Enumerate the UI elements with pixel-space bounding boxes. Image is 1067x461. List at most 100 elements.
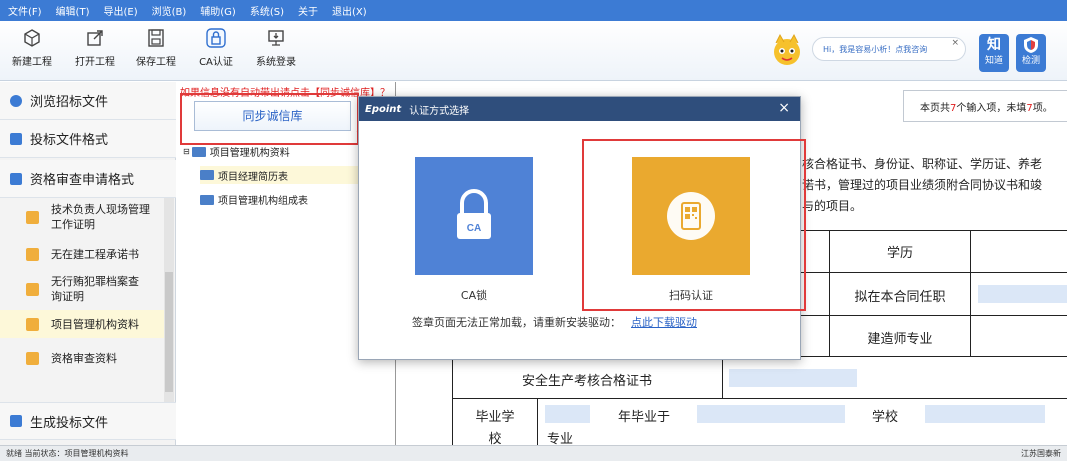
notice-text: 项。 (1032, 103, 1053, 114)
status-bar: 就绪 当前状态：项目管理机构资料 江苏国泰新 (0, 445, 1067, 461)
assistant-bubble[interactable]: Hi，我是容易小析！点我咨询 × (812, 37, 966, 61)
sidebar-browse-tender[interactable]: 浏览招标文件 (0, 82, 176, 120)
eye-icon (10, 94, 22, 107)
school-name-input[interactable] (697, 405, 845, 423)
login-monitor-icon (268, 30, 284, 46)
folder-icon (200, 170, 214, 180)
save-project-button[interactable]: 保存工程 (126, 27, 186, 68)
tree-item-pm-resume[interactable]: 项目经理简历表 (200, 166, 358, 184)
zhidao-button[interactable]: 知 知道 (979, 34, 1009, 72)
tree-item-label: 项目经理简历表 (218, 171, 288, 183)
tree-item-org-composition[interactable]: 项目管理机构组成表 (200, 192, 308, 207)
ca-auth-button[interactable]: CA认证 (186, 27, 246, 68)
folder-icon (200, 194, 214, 205)
highlight-box-scan (582, 139, 806, 311)
menu-browse[interactable]: 浏览(B) (152, 3, 187, 18)
sidebar-qualification-format[interactable]: 资格审查申请格式 (0, 160, 176, 198)
ca-auth-label: CA认证 (199, 57, 233, 68)
menu-system[interactable]: 系统(S) (250, 3, 284, 18)
search-document-icon (26, 351, 39, 365)
sidebar-item-label: 无在建工程承诺书 (51, 247, 139, 261)
cell-builder-major: 建造师专业 (867, 332, 933, 347)
ca-padlock-icon: CA (457, 189, 491, 239)
doc-paragraph-line: 核合格证书、身份证、职称证、学历证、养老 (802, 157, 1043, 171)
table-line (970, 230, 971, 356)
open-project-icon (87, 30, 103, 46)
notice-text: 个输入项，未填 (956, 103, 1027, 114)
collapse-icon[interactable]: ⊟ (183, 147, 190, 156)
sidebar-item-tech-lead[interactable]: 技术负责人现场管理工作证明 (0, 200, 164, 234)
dialog-titlebar: Epoint 认证方式选择 × (359, 97, 800, 121)
sidebar-bid-format[interactable]: 投标文件格式 (0, 120, 176, 158)
auth-method-dialog: Epoint 认证方式选择 × CA CA锁 扫码认证 签章页面无法正常加载，请… (358, 96, 806, 360)
zhidao-icon: 知 (987, 37, 1001, 53)
safety-cert-input[interactable] (729, 369, 857, 387)
ca-lock-option[interactable]: CA (415, 157, 533, 275)
notice-text: 本页共 (920, 103, 950, 114)
cell-safety-cert: 安全生产考核合格证书 (521, 374, 652, 389)
open-project-button[interactable]: 打开工程 (65, 27, 125, 68)
tree-root-label: 项目管理机构资料 (209, 148, 290, 159)
document-icon (26, 210, 39, 224)
graduate-year-input[interactable] (545, 405, 590, 423)
cell-school: 学校 (871, 410, 898, 425)
driver-notice-text: 签章页面无法正常加载，请重新安装驱动： (412, 316, 621, 329)
ca-lock-label: CA锁 (460, 289, 488, 302)
sidebar-generate-label: 生成投标文件 (30, 415, 109, 431)
bubble-close-icon[interactable]: × (951, 38, 959, 48)
dialog-close-button[interactable]: × (778, 100, 790, 116)
new-project-label: 新建工程 (12, 57, 52, 68)
school-extra-input[interactable] (925, 405, 1045, 423)
sidebar-item-qual-review[interactable]: 资格审查资料 (0, 346, 164, 370)
input-count-notice: 本页共7个输入项，未填7项。 (903, 90, 1067, 122)
scrollbar-thumb[interactable] (165, 272, 173, 392)
proposed-role-input[interactable] (978, 285, 1067, 303)
doc-paragraph-line: 诺书，管理过的项目业绩须附合同协议书和竣 (802, 178, 1043, 192)
status-text: 就绪 当前状态：项目管理机构资料 (6, 449, 129, 458)
menu-about[interactable]: 关于 (298, 3, 318, 18)
cell-graduated-in: 年毕业于 (617, 410, 670, 425)
driver-notice: 签章页面无法正常加载，请重新安装驱动： 点此下载驱动 (412, 314, 697, 330)
system-login-label: 系统登录 (256, 57, 296, 68)
menu-bar: 文件(F) 编辑(T) 导出(E) 浏览(B) 辅助(G) 系统(S) 关于 退… (0, 0, 1067, 21)
sidebar-item-label: 无行贿犯罪档案查询证明 (51, 275, 139, 303)
system-login-button[interactable]: 系统登录 (246, 27, 306, 68)
assistant-bubble-text: Hi，我是容易小析！点我咨询 (823, 45, 928, 54)
document-icon (26, 247, 39, 261)
open-project-label: 打开工程 (75, 57, 115, 68)
folder-icon (191, 146, 206, 157)
new-project-button[interactable]: 新建工程 (2, 27, 62, 68)
tree-root[interactable]: ⊟ 项目管理机构资料 (183, 144, 290, 159)
menu-exit[interactable]: 退出(X) (332, 3, 367, 18)
app-window: 文件(F) 编辑(T) 导出(E) 浏览(B) 辅助(G) 系统(S) 关于 退… (0, 0, 1067, 461)
menu-export[interactable]: 导出(E) (103, 3, 137, 18)
doc-paragraph-line: 与的项目。 (802, 199, 863, 213)
edit-icon (10, 132, 22, 145)
sidebar-item-no-construction[interactable]: 无在建工程承诺书 (0, 242, 164, 266)
sidebar-item-no-bribery[interactable]: 无行贿犯罪档案查询证明 (0, 272, 164, 306)
download-driver-link[interactable]: 点此下载驱动 (631, 316, 697, 329)
table-line (452, 398, 1067, 399)
jiance-button[interactable]: 检测 (1016, 34, 1046, 72)
shield-icon (1024, 37, 1038, 53)
zhidao-label: 知道 (984, 56, 1003, 66)
sidebar-scrollbar[interactable] (164, 198, 174, 403)
jiance-label: 检测 (1021, 56, 1040, 66)
epoint-logo: Epoint (365, 103, 402, 115)
sidebar-item-project-org[interactable]: 项目管理机构资料 (0, 310, 164, 338)
menu-assist[interactable]: 辅助(G) (200, 3, 236, 18)
sidebar-item-label: 技术负责人现场管理工作证明 (51, 203, 150, 231)
save-icon (148, 29, 164, 47)
ca-badge-text: CA (467, 223, 481, 234)
tree-item-label: 项目管理机构组成表 (218, 196, 308, 207)
table-line (722, 356, 723, 398)
sidebar-format-label: 投标文件格式 (30, 133, 109, 148)
menu-file[interactable]: 文件(F) (8, 3, 42, 18)
assistant-mascot-icon[interactable] (768, 33, 806, 69)
menu-edit[interactable]: 编辑(T) (56, 3, 90, 18)
cell-graduate-school: 毕业学 (475, 410, 515, 425)
sidebar-generate-bid[interactable]: 生成投标文件 (0, 402, 176, 440)
sidebar-item-label: 资格审查资料 (51, 351, 117, 365)
file-icon (10, 415, 22, 427)
sidebar-item-label: 项目管理机构资料 (51, 317, 139, 331)
